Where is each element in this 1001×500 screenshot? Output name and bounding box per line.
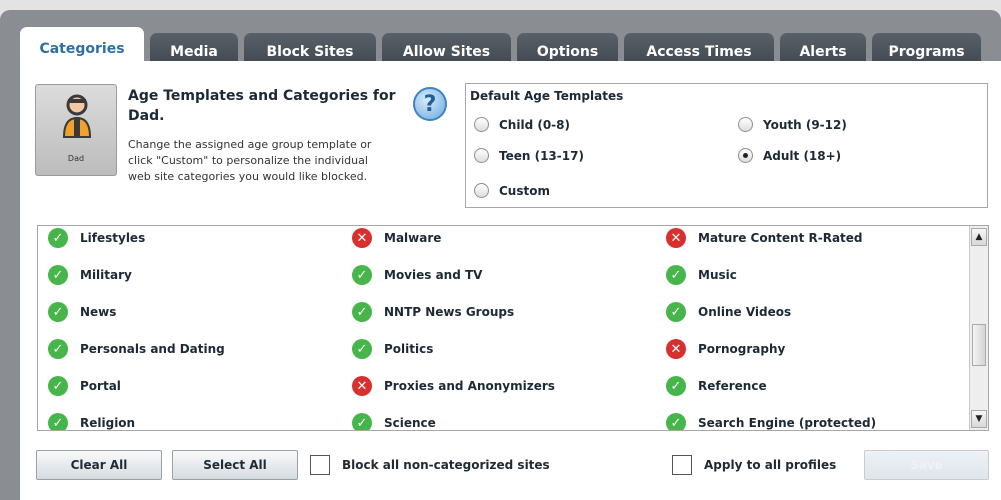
category-item[interactable]: ✓ Music bbox=[666, 265, 737, 285]
page-description: Change the assigned age group template o… bbox=[128, 138, 372, 183]
category-label: Mature Content R-Rated bbox=[698, 231, 863, 245]
radio-circle bbox=[474, 148, 489, 163]
category-item[interactable]: ✕ Pornography bbox=[666, 339, 785, 359]
checkbox-box bbox=[672, 455, 692, 475]
allowed-check-icon[interactable]: ✓ bbox=[666, 376, 686, 396]
category-label: Online Videos bbox=[698, 305, 792, 319]
allowed-check-icon[interactable]: ✓ bbox=[352, 339, 372, 359]
page-title: Age Templates and Categories for Dad. bbox=[128, 88, 396, 124]
scroll-down-icon[interactable]: ▼ bbox=[971, 410, 987, 428]
category-item[interactable]: ✓ NNTP News Groups bbox=[352, 302, 514, 322]
category-scrollbar[interactable]: ▲ ▼ bbox=[969, 226, 988, 430]
category-label: Pornography bbox=[698, 342, 786, 356]
radio-label: Teen (13-17) bbox=[499, 148, 584, 163]
category-item[interactable]: ✓ Religion bbox=[48, 413, 136, 430]
category-label: Movies and TV bbox=[384, 268, 483, 282]
block-uncategorized-checkbox[interactable]: Block all non-categorized sites bbox=[310, 455, 550, 475]
category-item[interactable]: ✕ Mature Content R-Rated bbox=[666, 228, 863, 248]
category-item[interactable]: ✓ Personals and Dating bbox=[48, 339, 225, 359]
radio-label: Custom bbox=[499, 183, 550, 198]
category-item[interactable]: ✓ News bbox=[48, 302, 116, 322]
category-label: Proxies and Anonymizers bbox=[384, 379, 555, 393]
radio-circle bbox=[738, 117, 753, 132]
category-item[interactable]: ✓ Military bbox=[48, 265, 132, 285]
scroll-up-icon[interactable]: ▲ bbox=[971, 228, 987, 246]
category-label: Music bbox=[698, 268, 737, 282]
category-label: Politics bbox=[384, 342, 434, 356]
profile-avatar[interactable]: Dad bbox=[35, 84, 117, 176]
allowed-check-icon[interactable]: ✓ bbox=[48, 228, 68, 248]
category-item[interactable]: ✓ Portal bbox=[48, 376, 121, 396]
category-label: Portal bbox=[80, 379, 121, 393]
radio-adult[interactable]: Adult (18+) bbox=[738, 148, 841, 163]
category-label: Reference bbox=[698, 379, 767, 393]
radio-circle bbox=[474, 117, 489, 132]
category-label: Lifestyles bbox=[80, 231, 146, 245]
checkbox-label: Apply to all profiles bbox=[704, 458, 837, 472]
category-label: Science bbox=[384, 416, 436, 430]
category-item[interactable]: ✓ Online Videos bbox=[666, 302, 791, 322]
radio-label: Child (0-8) bbox=[499, 117, 570, 132]
blocked-x-icon[interactable]: ✕ bbox=[666, 339, 686, 359]
checkbox-label: Block all non-categorized sites bbox=[342, 458, 550, 472]
radio-teen[interactable]: Teen (13-17) bbox=[474, 148, 584, 163]
allowed-check-icon[interactable]: ✓ bbox=[48, 302, 68, 322]
clear-all-button[interactable]: Clear All bbox=[36, 450, 162, 480]
radio-label: Youth (9-12) bbox=[763, 117, 847, 132]
category-label: NNTP News Groups bbox=[384, 305, 515, 319]
allowed-check-icon[interactable]: ✓ bbox=[48, 376, 68, 396]
blocked-x-icon[interactable]: ✕ bbox=[666, 228, 686, 248]
checkbox-box bbox=[310, 455, 330, 475]
radio-circle bbox=[474, 183, 489, 198]
allowed-check-icon[interactable]: ✓ bbox=[48, 413, 68, 430]
allowed-check-icon[interactable]: ✓ bbox=[352, 265, 372, 285]
category-label: Military bbox=[80, 268, 132, 282]
help-icon[interactable]: ? bbox=[413, 87, 447, 121]
allowed-check-icon[interactable]: ✓ bbox=[666, 265, 686, 285]
allowed-check-icon[interactable]: ✓ bbox=[666, 302, 686, 322]
category-item[interactable]: ✕ Proxies and Anonymizers bbox=[352, 376, 555, 396]
radio-circle-selected bbox=[738, 148, 753, 163]
category-list[interactable]: ✓ Lifestyles ✕ Malware ✕ Mature Content R-Rat… bbox=[37, 225, 989, 431]
radio-custom[interactable]: Custom bbox=[474, 183, 550, 198]
apply-all-profiles-checkbox[interactable]: Apply to all profiles bbox=[672, 455, 836, 475]
category-item[interactable]: ✓ Movies and TV bbox=[352, 265, 482, 285]
allowed-check-icon[interactable]: ✓ bbox=[48, 339, 68, 359]
category-label: Personals and Dating bbox=[80, 342, 225, 356]
profile-name: Dad bbox=[67, 154, 85, 163]
category-label: News bbox=[80, 305, 117, 319]
category-label: Search Engine (protected) bbox=[698, 416, 877, 430]
age-templates-heading: Default Age Templates bbox=[470, 89, 624, 103]
blocked-x-icon[interactable]: ✕ bbox=[352, 228, 372, 248]
radio-child[interactable]: Child (0-8) bbox=[474, 117, 570, 132]
radio-label: Adult (18+) bbox=[763, 148, 842, 163]
allowed-check-icon[interactable]: ✓ bbox=[352, 302, 372, 322]
category-grid: ✓ Lifestyles ✕ Malware ✕ Mature Content R-Rat… bbox=[38, 226, 968, 430]
age-templates-group: Default Age Templates Child (0-8) Youth … bbox=[465, 83, 988, 208]
category-item[interactable]: ✓ Lifestyles bbox=[48, 228, 145, 248]
radio-youth[interactable]: Youth (9-12) bbox=[738, 117, 847, 132]
category-item[interactable]: ✓ Politics bbox=[352, 339, 433, 359]
category-label: Religion bbox=[80, 416, 136, 430]
select-all-button[interactable]: Select All bbox=[172, 450, 298, 480]
save-button[interactable]: Save bbox=[864, 450, 989, 480]
allowed-check-icon[interactable]: ✓ bbox=[666, 413, 686, 430]
category-item[interactable]: ✓ Science bbox=[352, 413, 436, 430]
category-item[interactable]: ✓ Reference bbox=[666, 376, 767, 396]
blocked-x-icon[interactable]: ✕ bbox=[352, 376, 372, 396]
allowed-check-icon[interactable]: ✓ bbox=[352, 413, 372, 430]
category-item[interactable]: ✓ Search Engine (protected) bbox=[666, 413, 877, 430]
category-item[interactable]: ✕ Malware bbox=[352, 228, 441, 248]
scroll-thumb[interactable] bbox=[972, 324, 986, 366]
category-label: Malware bbox=[384, 231, 442, 245]
user-avatar-icon bbox=[62, 94, 92, 138]
allowed-check-icon[interactable]: ✓ bbox=[48, 265, 68, 285]
